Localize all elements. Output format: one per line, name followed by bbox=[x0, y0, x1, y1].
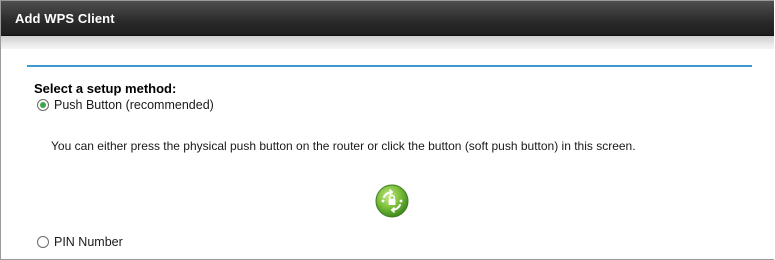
push-button-option[interactable]: Push Button (recommended) bbox=[37, 98, 214, 112]
push-button-description: You can either press the physical push b… bbox=[51, 139, 636, 153]
header-shade bbox=[1, 36, 774, 49]
setup-method-label: Select a setup method: bbox=[34, 81, 177, 96]
pin-number-label: PIN Number bbox=[54, 235, 123, 249]
dialog-frame: Add WPS Client Select a setup method: Pu… bbox=[0, 0, 774, 260]
title-bar: Add WPS Client bbox=[1, 1, 774, 36]
pin-number-option[interactable]: PIN Number bbox=[37, 235, 123, 249]
dialog-title: Add WPS Client bbox=[15, 11, 115, 26]
wps-push-button[interactable] bbox=[373, 182, 411, 220]
section-divider bbox=[27, 65, 752, 67]
push-button-label: Push Button (recommended) bbox=[54, 98, 214, 112]
push-button-radio[interactable] bbox=[37, 99, 49, 111]
pin-number-radio[interactable] bbox=[37, 236, 49, 248]
wps-push-button-icon bbox=[375, 184, 409, 218]
